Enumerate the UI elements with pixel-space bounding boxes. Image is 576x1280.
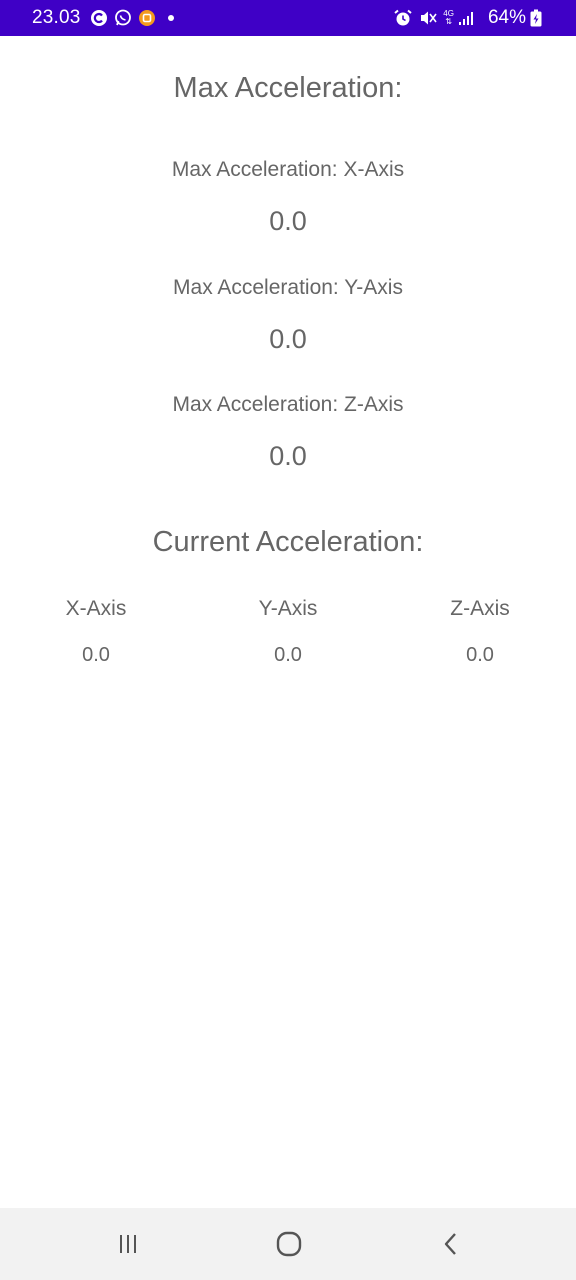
back-icon xyxy=(444,1233,456,1255)
battery-icon xyxy=(530,9,542,27)
network-icon: 4G ⇅ xyxy=(443,10,454,26)
current-y-value: 0.0 xyxy=(274,644,302,666)
c-icon xyxy=(90,9,108,27)
navigation-bar xyxy=(0,1208,576,1280)
whatsapp-icon xyxy=(114,9,132,27)
max-x-label: Max Acceleration: X-Axis xyxy=(171,158,405,181)
home-button[interactable] xyxy=(249,1208,329,1280)
home-icon xyxy=(276,1231,302,1257)
max-y-label: Max Acceleration: Y-Axis xyxy=(173,276,403,299)
current-z-label: Z-Axis xyxy=(450,597,510,620)
alarm-icon xyxy=(393,9,413,27)
max-z-value: 0.0 xyxy=(269,441,307,471)
current-y-label: Y-Axis xyxy=(258,597,318,620)
max-acceleration-title: Max Acceleration: xyxy=(173,72,403,104)
status-time: 23.03 xyxy=(32,7,81,28)
max-x-value: 0.0 xyxy=(269,206,307,236)
battery-percent: 64% xyxy=(487,7,526,28)
current-x-value: 0.0 xyxy=(82,644,110,666)
recents-icon xyxy=(120,1235,136,1253)
back-button[interactable] xyxy=(411,1208,491,1280)
max-y-value: 0.0 xyxy=(269,324,307,354)
current-z-value: 0.0 xyxy=(466,644,494,666)
mute-icon xyxy=(419,9,437,27)
network-arrows: ⇅ xyxy=(445,17,452,26)
dot-icon xyxy=(167,15,174,21)
app-notification-icon xyxy=(138,9,156,27)
recents-button[interactable] xyxy=(88,1208,168,1280)
status-bar-right: 4G ⇅ 64% xyxy=(393,7,548,29)
signal-icon xyxy=(458,10,478,26)
status-bar: 23.03 4G ⇅ 64% xyxy=(0,0,576,36)
current-x-label: X-Axis xyxy=(65,597,127,620)
status-bar-left: 23.03 xyxy=(32,7,174,29)
current-acceleration-title: Current Acceleration: xyxy=(152,526,424,558)
max-z-label: Max Acceleration: Z-Axis xyxy=(172,393,404,416)
